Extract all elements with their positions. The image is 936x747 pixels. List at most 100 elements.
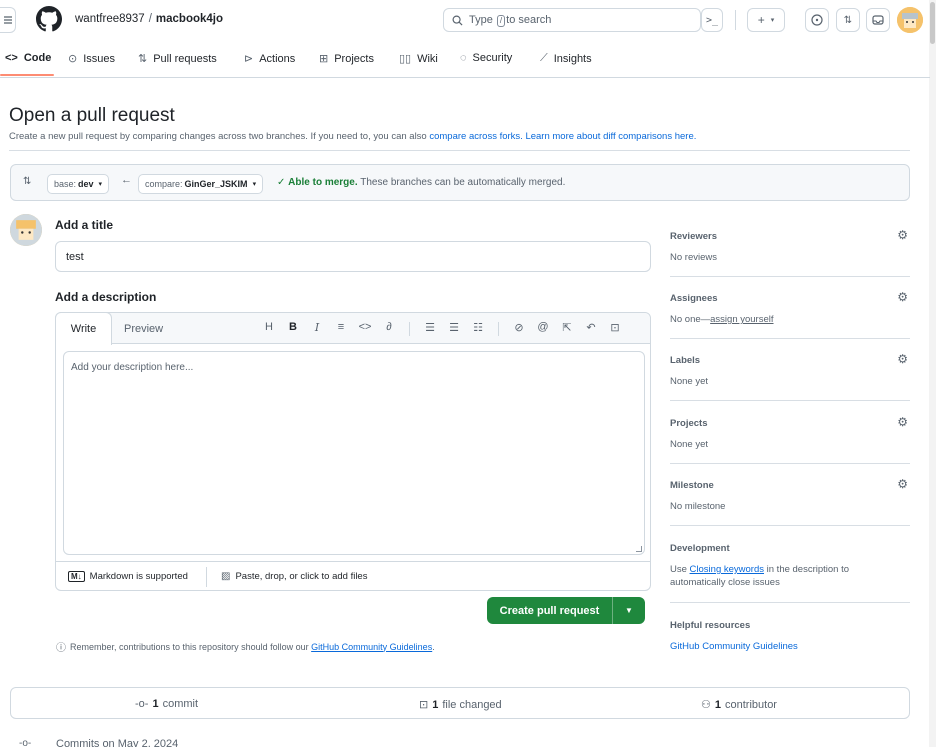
compare-branch-button[interactable]: compare: GinGer_JSKIM ▾ [138,174,264,194]
user-avatar[interactable] [897,7,923,33]
heading-icon[interactable]: H [261,321,277,333]
numbered-list-icon[interactable]: ☰ [422,321,438,334]
toolbar-separator [409,322,410,336]
menu-icon [3,16,12,24]
title-input[interactable]: test [55,241,651,272]
community-guidelines-link[interactable]: GitHub Community Guidelines [670,641,798,652]
page-scrollbar[interactable] [929,0,936,747]
markdown-icon: M↓ [68,571,85,582]
tab-insights[interactable]: ⟋ Insights [540,52,592,65]
header-divider [735,10,736,30]
avatar-image-icon [897,7,923,33]
caret-down-icon[interactable]: ▼ [613,606,645,615]
reviewers-heading[interactable]: Reviewers [670,231,910,242]
branch-compare-bar: ⇅ base: dev ▾ ← compare: GinGer_JSKIM ▾ ✓ Ab… [10,164,910,201]
tab-preview[interactable]: Preview [124,323,163,335]
reference-icon[interactable]: ⇱ [559,321,575,334]
projects-heading[interactable]: Projects [670,418,910,429]
compare-forks-link[interactable]: compare across forks. [429,131,522,142]
bullet-list-icon[interactable]: ☰ [446,321,462,334]
tab-actions[interactable]: ⊳ Actions [244,52,295,66]
sidebar-helpful-resources: Helpful resources GitHub Community Guide… [670,620,910,653]
description-textarea[interactable]: Add your description here... [63,351,645,555]
inbox-button[interactable] [866,8,890,32]
tab-pull-requests[interactable]: ⇅ Pull requests [138,52,217,66]
sidebar-milestone: Milestone ⚙ No milestone [670,477,910,513]
repo-breadcrumb: wantfree8937/ macbook4jo [75,13,223,25]
markdown-supported-link[interactable]: M↓ Markdown is supported [68,571,188,582]
create-pull-request-button[interactable]: Create pull request ▼ [487,597,645,624]
search-input[interactable]: Type / to search [443,8,701,32]
mention-icon[interactable]: @ [535,321,551,333]
community-guidelines-link[interactable]: GitHub Community Guidelines [311,642,432,652]
labels-value: None yet [670,376,709,387]
base-branch-button[interactable]: base: dev ▾ [47,174,110,194]
projects-value: None yet [670,439,709,450]
issues-button[interactable] [805,8,829,32]
tab-security[interactable]: ◌ Security [460,52,512,64]
table-icon: ⊞ [319,53,329,65]
task-list-icon[interactable]: ☷ [470,321,486,334]
files-changed-stat[interactable]: ⊡ 1 file changed [419,698,502,712]
description-label: Add a description [55,290,157,304]
repo-name-link[interactable]: macbook4jo [156,13,223,25]
tab-write[interactable]: Write [55,312,112,345]
reply-icon[interactable]: ↶ [583,321,599,334]
contribution-notice: ⓘ Remember, contributions to this reposi… [56,639,435,655]
milestone-heading[interactable]: Milestone [670,480,910,491]
shield-icon: ◌ [460,52,467,64]
tab-issues[interactable]: ⊙ Issues [68,52,115,66]
quote-icon[interactable]: ≡ [333,321,349,333]
sidebar-labels: Labels ⚙ None yet [670,352,910,388]
tab-projects[interactable]: ⊞ Projects [319,52,374,66]
italic-icon[interactable]: I [309,321,325,334]
plus-icon: + [757,13,765,27]
sidebar-projects: Projects ⚙ None yet [670,415,910,451]
pull-requests-button[interactable]: ⇅ [836,8,860,32]
closing-keywords-link[interactable]: Closing keywords [690,564,764,575]
learn-more-link[interactable]: Learn more about diff comparisons here. [525,131,696,142]
scrollbar-thumb[interactable] [930,2,935,44]
page-subtitle: Create a new pull request by comparing c… [9,131,697,142]
github-logo-icon[interactable] [36,6,62,32]
tab-code[interactable]: <> Code [5,52,51,64]
hamburger-menu-button[interactable] [0,7,16,33]
page-title: Open a pull request [9,105,175,126]
gear-icon[interactable]: ⚙ [897,477,908,491]
chevron-down-icon: ▾ [770,17,775,24]
assign-yourself-link[interactable]: assign yourself [710,314,773,325]
commits-date-heading: Commits on May 2, 2024 [56,738,179,747]
milestone-value: No milestone [670,501,726,512]
commits-stat[interactable]: -o- 1 commit [135,698,198,710]
gear-icon[interactable]: ⚙ [897,352,908,366]
sidebar-assignees: Assignees ⚙ No one—assign yourself [670,290,910,326]
create-new-button[interactable]: + ▾ [747,8,785,32]
repo-owner-link[interactable]: wantfree8937 [75,13,145,25]
gear-icon[interactable]: ⚙ [897,415,908,429]
issue-icon: ⊙ [68,53,78,65]
slash-commands-icon[interactable]: ⊡ [607,321,623,334]
search-shortcut-key: / [496,14,506,27]
reviewers-value: No reviews [670,252,717,263]
contributors-stat[interactable]: ⚇ 1 contributor [701,698,777,712]
link-icon[interactable]: ∂ [381,321,397,333]
graph-icon: ⟋ [540,52,548,64]
attach-icon[interactable]: ⊘ [511,321,527,334]
toolbar-separator [498,322,499,336]
attach-files-button[interactable]: ▨ Paste, drop, or click to add files [221,571,367,582]
editor-toolbar: Write Preview H B I ≡ <> ∂ ☰ ☰ ☷ ⊘ @ ⇱ ↶… [55,312,650,345]
tab-wiki[interactable]: ▯▯ Wiki [399,52,438,66]
assignees-heading[interactable]: Assignees [670,293,910,304]
sidebar-development: Development Use Closing keywords in the … [670,543,910,589]
arrow-left-icon: ← [121,174,132,186]
code-icon[interactable]: <> [357,321,373,333]
bold-icon[interactable]: B [285,321,301,333]
gear-icon[interactable]: ⚙ [897,228,908,242]
active-tab-indicator [0,74,54,76]
resize-handle-icon[interactable] [636,546,642,552]
labels-heading[interactable]: Labels [670,355,910,366]
gear-icon[interactable]: ⚙ [897,290,908,304]
assignees-value: No one—assign yourself [670,314,774,325]
inbox-icon [872,15,884,25]
command-palette-button[interactable]: >_ [701,8,723,32]
